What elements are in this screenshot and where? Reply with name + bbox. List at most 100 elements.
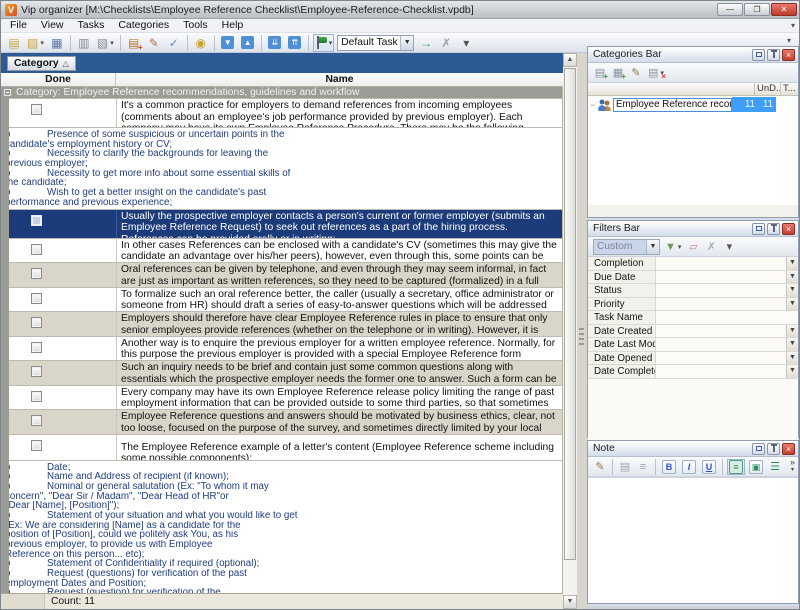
- menu-file[interactable]: File: [3, 19, 34, 32]
- total-column-header[interactable]: T...: [780, 83, 798, 96]
- task-row[interactable]: Such an inquiry needs to be brief and co…: [1, 361, 562, 386]
- task-row[interactable]: To formalize such an oral reference bett…: [1, 288, 562, 313]
- note-toolbar-overflow-icon[interactable]: »▾: [790, 458, 795, 474]
- menu-tasks[interactable]: Tasks: [71, 19, 112, 32]
- note-close-icon[interactable]: ×: [782, 443, 795, 455]
- filter-dropdown-icon[interactable]: ▼: [786, 365, 798, 378]
- align-left-icon[interactable]: ≡: [727, 459, 745, 475]
- note-content[interactable]: [588, 477, 798, 603]
- menu-help[interactable]: Help: [215, 19, 251, 32]
- move-down-icon[interactable]: ▼: [219, 34, 237, 52]
- task-checkbox[interactable]: [31, 215, 42, 226]
- clear-note-icon[interactable]: ≡: [635, 459, 651, 475]
- filter-value[interactable]: [656, 284, 786, 297]
- filter-value[interactable]: [656, 271, 786, 284]
- done-column-header[interactable]: Done: [1, 73, 116, 86]
- insert-image-icon[interactable]: ▣: [747, 459, 765, 475]
- print-preview-icon[interactable]: ▧▾: [95, 34, 116, 52]
- filter-value[interactable]: [656, 365, 786, 378]
- name-cell[interactable]: To formalize such an oral reference bett…: [116, 288, 562, 312]
- scroll-up-icon[interactable]: ▲: [563, 53, 577, 67]
- filter-dropdown-icon[interactable]: ▼: [786, 257, 798, 270]
- move-up-icon[interactable]: ▲: [239, 34, 257, 52]
- open-database-icon[interactable]: ▨▾: [25, 34, 46, 52]
- category-name[interactable]: Employee Reference recommendations, guid…: [613, 98, 732, 112]
- task-row[interactable]: Employee Reference questions and answers…: [1, 410, 562, 435]
- group-by-category-button[interactable]: Category △: [7, 56, 76, 71]
- delete-template-icon[interactable]: ✗: [437, 34, 455, 52]
- task-checkbox[interactable]: [31, 244, 42, 255]
- new-database-icon[interactable]: ▤: [5, 34, 23, 52]
- menu-tools[interactable]: Tools: [176, 19, 215, 32]
- highlight-flag-icon[interactable]: ▾: [313, 34, 335, 52]
- task-checkbox[interactable]: [31, 104, 42, 115]
- category-row[interactable]: − Employee Reference recommendations, gu…: [588, 97, 798, 112]
- delete-filter-icon[interactable]: ✗: [703, 239, 719, 255]
- menu-categories[interactable]: Categories: [111, 19, 176, 32]
- bullet-list-icon[interactable]: ☰: [767, 459, 783, 475]
- filter-dropdown-icon[interactable]: ▼: [786, 325, 798, 338]
- expand-all-icon[interactable]: ⇊: [266, 34, 284, 52]
- filter-value[interactable]: [656, 298, 786, 311]
- add-subcategory-icon[interactable]: ▦+: [610, 65, 626, 81]
- edit-category-icon[interactable]: ✎: [628, 65, 644, 81]
- task-checkbox[interactable]: [31, 293, 42, 304]
- categories-pin-icon[interactable]: [767, 49, 780, 61]
- dock-splitter[interactable]: [577, 53, 587, 609]
- name-cell[interactable]: Such an inquiry needs to be brief and co…: [116, 361, 562, 385]
- task-checkbox[interactable]: [31, 317, 42, 328]
- task-row[interactable]: Employers should therefore have clear Em…: [1, 312, 562, 337]
- categories-menu-icon[interactable]: [752, 49, 765, 61]
- add-category-icon[interactable]: ▤+: [592, 65, 608, 81]
- close-button[interactable]: ✕: [771, 3, 797, 16]
- filter-value[interactable]: [656, 352, 786, 365]
- note-menu-icon[interactable]: [752, 443, 765, 455]
- maximize-button[interactable]: ❐: [744, 3, 770, 16]
- filter-more-icon[interactable]: ▾: [721, 239, 737, 255]
- task-row[interactable]: It's a common practice for employers to …: [1, 99, 562, 128]
- name-cell[interactable]: Every company may have its own Employee …: [116, 386, 562, 410]
- filter-dropdown-icon[interactable]: ▼: [786, 338, 798, 351]
- task-row[interactable]: Another way is to enquire the previous e…: [1, 337, 562, 362]
- name-cell[interactable]: Oral references can be given by telephon…: [116, 263, 562, 287]
- paste-note-icon[interactable]: ▤: [617, 459, 633, 475]
- grid-vertical-scrollbar[interactable]: ▲ ▼: [563, 53, 577, 609]
- edit-task-icon[interactable]: ✎: [145, 34, 163, 52]
- note-pin-icon[interactable]: [767, 443, 780, 455]
- note-row[interactable]: oDate;oName and Address of recipient (if…: [1, 461, 562, 594]
- name-cell[interactable]: Employers should therefore have clear Em…: [116, 312, 562, 336]
- italic-icon[interactable]: I: [680, 459, 698, 475]
- task-checkbox[interactable]: [31, 366, 42, 377]
- group-row[interactable]: Category: Employee Reference recommendat…: [1, 87, 562, 99]
- apply-filter-icon[interactable]: ▼▾: [663, 239, 683, 255]
- filter-dropdown-icon[interactable]: ▼: [786, 298, 798, 311]
- scroll-down-icon[interactable]: ▼: [563, 595, 577, 609]
- filter-dropdown-icon[interactable]: ▼: [786, 271, 798, 284]
- minimize-button[interactable]: —: [717, 3, 743, 16]
- filter-preset-combo[interactable]: Custom ▼: [593, 239, 660, 255]
- underline-icon[interactable]: U: [700, 459, 718, 475]
- bold-icon[interactable]: B: [660, 459, 678, 475]
- toolbar-more-icon[interactable]: ▾: [457, 34, 475, 52]
- apply-template-icon[interactable]: →: [417, 34, 435, 52]
- task-checkbox[interactable]: [31, 415, 42, 426]
- name-cell[interactable]: It's a common practice for employers to …: [116, 99, 562, 127]
- filter-dropdown-icon[interactable]: ▼: [786, 284, 798, 297]
- filter-value[interactable]: [656, 338, 786, 351]
- note-row[interactable]: oPresence of some suspicious or uncertai…: [1, 128, 562, 210]
- filter-value[interactable]: [656, 311, 798, 324]
- name-column-header[interactable]: Name: [116, 73, 563, 86]
- clear-filter-icon[interactable]: ▱: [685, 239, 701, 255]
- task-checkbox[interactable]: [31, 268, 42, 279]
- name-cell[interactable]: Usually the prospective employer contact…: [116, 210, 562, 238]
- task-row[interactable]: Usually the prospective employer contact…: [1, 210, 562, 239]
- task-row[interactable]: Every company may have its own Employee …: [1, 386, 562, 411]
- complete-task-icon[interactable]: ✓: [165, 34, 183, 52]
- task-row[interactable]: Oral references can be given by telephon…: [1, 263, 562, 288]
- filter-dropdown-icon[interactable]: ▼: [786, 352, 798, 365]
- add-task-icon[interactable]: ▤+: [125, 34, 143, 52]
- task-template-combo[interactable]: Default Task▼: [337, 35, 414, 51]
- menubar-overflow-icon[interactable]: ▾: [791, 21, 795, 30]
- filter-value[interactable]: [656, 325, 786, 338]
- collapse-all-icon[interactable]: ⇈: [286, 34, 304, 52]
